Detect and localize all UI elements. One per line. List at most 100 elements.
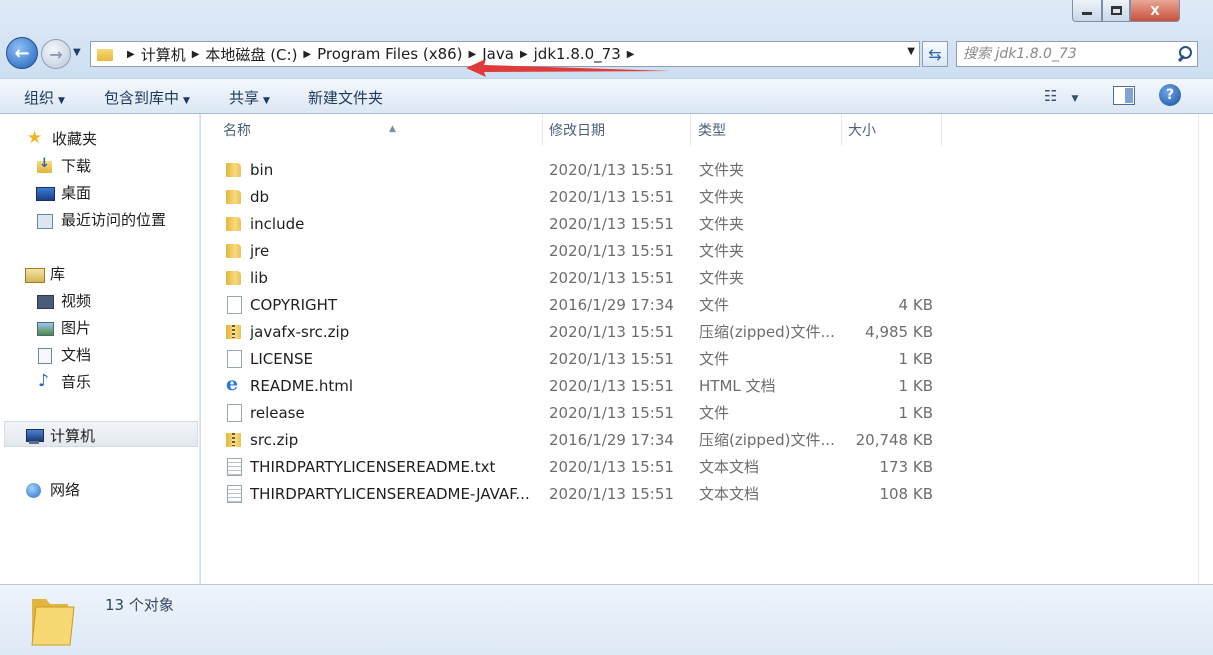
file-date: 2020/1/13 15:51 — [549, 242, 674, 260]
video-library-icon — [36, 293, 54, 309]
nav-label: 计算机 — [50, 427, 96, 445]
file-size — [841, 156, 933, 182]
table-row[interactable]: src.zip 2016/1/29 17:34 压缩(zipped)文件... … — [201, 426, 1198, 452]
new-folder-button[interactable]: 新建文件夹 — [308, 87, 383, 108]
address-bar[interactable]: ▶ 计算机 ▶ 本地磁盘 (C:) ▶ Program Files (x86) … — [90, 41, 920, 67]
file-name: THIRDPARTYLICENSEREADME.txt — [250, 458, 496, 476]
file-size: 4,985 KB — [865, 323, 933, 341]
share-menu[interactable]: 共享 ▼ — [229, 87, 270, 108]
nav-videos[interactable]: 视频 — [36, 290, 91, 311]
vertical-scrollbar[interactable] — [1198, 114, 1213, 584]
search-input[interactable] — [963, 43, 1175, 65]
close-button[interactable]: X — [1130, 0, 1180, 22]
search-icon[interactable] — [1175, 43, 1197, 65]
file-type: 文件夹 — [699, 215, 745, 233]
include-in-library-menu[interactable]: 包含到库中 ▼ — [104, 87, 190, 108]
caret-down-icon: ▼ — [58, 96, 65, 106]
nav-label: 视频 — [61, 292, 92, 310]
refresh-button[interactable]: ⇆ — [922, 41, 948, 67]
caret-down-icon: ▼ — [263, 96, 270, 106]
breadcrumb-java[interactable]: Java — [482, 45, 514, 63]
table-row[interactable]: bin 2020/1/13 15:51 文件夹 — [201, 156, 1198, 182]
table-row[interactable]: README.html 2020/1/13 15:51 HTML 文档 1 KB — [201, 372, 1198, 398]
details-pane: 13 个对象 — [0, 584, 1213, 655]
help-button[interactable]: ? — [1159, 84, 1181, 106]
table-row[interactable]: javafx-src.zip 2020/1/13 15:51 压缩(zipped… — [201, 318, 1198, 344]
table-row[interactable]: jre 2020/1/13 15:51 文件夹 — [201, 237, 1198, 263]
nav-pictures[interactable]: 图片 — [36, 317, 91, 338]
nav-recent-places[interactable]: 最近访问的位置 — [36, 209, 166, 230]
file-icon — [225, 296, 243, 314]
file-name: include — [250, 215, 305, 233]
file-name: THIRDPARTYLICENSEREADME-JAVAF... — [250, 485, 530, 503]
file-date: 2020/1/13 15:51 — [549, 323, 674, 341]
nav-libraries[interactable]: 库 — [25, 263, 65, 284]
maximize-button[interactable] — [1102, 0, 1130, 22]
column-header-date[interactable]: 修改日期 — [543, 114, 691, 146]
preview-pane-button[interactable] — [1113, 86, 1135, 105]
text-file-icon — [225, 458, 243, 476]
minimize-button[interactable] — [1072, 0, 1102, 22]
table-row[interactable]: lib 2020/1/13 15:51 文件夹 — [201, 264, 1198, 290]
nav-computer[interactable]: 计算机 — [25, 425, 95, 446]
breadcrumb-local-disk[interactable]: 本地磁盘 (C:) — [205, 44, 297, 65]
nav-music[interactable]: 音乐 — [36, 371, 91, 392]
file-size — [841, 237, 933, 263]
address-dropdown-icon[interactable]: ▼ — [907, 46, 915, 57]
organize-menu[interactable]: 组织 ▼ — [24, 87, 65, 108]
organize-label: 组织 — [24, 89, 55, 107]
nav-label: 下载 — [61, 157, 92, 175]
file-name: LICENSE — [250, 350, 313, 368]
table-row[interactable]: release 2020/1/13 15:51 文件 1 KB — [201, 399, 1198, 425]
file-name: release — [250, 404, 305, 422]
table-row[interactable]: include 2020/1/13 15:51 文件夹 — [201, 210, 1198, 236]
arrow-right-icon: → — [49, 44, 63, 64]
arrow-left-icon: ← — [14, 42, 30, 64]
table-row[interactable]: db 2020/1/13 15:51 文件夹 — [201, 183, 1198, 209]
large-folder-icon — [31, 599, 75, 646]
folder-icon — [225, 269, 243, 286]
breadcrumb-arrow-icon[interactable]: ▶ — [469, 49, 477, 60]
network-icon — [25, 482, 43, 498]
table-row[interactable]: COPYRIGHT 2016/1/29 17:34 文件 4 KB — [201, 291, 1198, 317]
recent-pages-dropdown[interactable]: ▼ — [73, 47, 85, 59]
column-header-name[interactable]: 名称 ▲ — [217, 114, 543, 146]
table-row[interactable]: LICENSE 2020/1/13 15:51 文件 1 KB — [201, 345, 1198, 371]
table-row[interactable]: THIRDPARTYLICENSEREADME-JAVAF... 2020/1/… — [201, 480, 1198, 506]
nav-label: 最近访问的位置 — [61, 211, 167, 229]
star-icon — [27, 128, 45, 148]
breadcrumb-arrow-icon[interactable]: ▶ — [127, 49, 135, 60]
nav-desktop[interactable]: 桌面 — [36, 182, 91, 203]
forward-button[interactable]: → — [41, 39, 71, 69]
back-button[interactable]: ← — [6, 37, 38, 69]
column-headers: 名称 ▲ 修改日期 类型 大小 — [201, 114, 1198, 146]
file-date: 2020/1/13 15:51 — [549, 404, 674, 422]
nav-favorites[interactable]: 收藏夹 — [27, 128, 97, 149]
table-row[interactable]: THIRDPARTYLICENSEREADME.txt 2020/1/13 15… — [201, 453, 1198, 479]
breadcrumb-arrow-icon[interactable]: ▶ — [303, 49, 311, 60]
search-box — [956, 41, 1198, 67]
breadcrumb-computer[interactable]: 计算机 — [141, 44, 186, 65]
nav-network[interactable]: 网络 — [25, 479, 80, 500]
column-header-size[interactable]: 大小 — [842, 114, 942, 146]
file-date: 2020/1/13 15:51 — [549, 350, 674, 368]
file-type: 文本文档 — [699, 458, 760, 476]
caret-down-icon: ▼ — [183, 96, 190, 106]
column-header-label: 修改日期 — [549, 123, 605, 139]
column-header-type[interactable]: 类型 — [692, 114, 842, 146]
nav-documents[interactable]: 文档 — [36, 344, 91, 365]
change-view-button[interactable]: ☷ ▼ — [1044, 87, 1078, 105]
nav-label: 桌面 — [61, 184, 92, 202]
nav-downloads[interactable]: 下载 — [36, 155, 91, 176]
breadcrumb-arrow-icon[interactable]: ▶ — [627, 49, 635, 60]
library-icon — [25, 266, 45, 283]
breadcrumb-arrow-icon[interactable]: ▶ — [520, 49, 528, 60]
breadcrumb-program-files[interactable]: Program Files (x86) — [317, 45, 462, 63]
command-bar: 组织 ▼ 包含到库中 ▼ 共享 ▼ 新建文件夹 ☷ ▼ ? — [0, 78, 1213, 114]
breadcrumb-jdk[interactable]: jdk1.8.0_73 — [534, 45, 621, 63]
nav-label: 文档 — [61, 346, 92, 364]
desktop-icon — [36, 185, 55, 201]
sort-ascending-icon: ▲ — [389, 124, 396, 134]
file-list-pane: 名称 ▲ 修改日期 类型 大小 bin 2020/1/13 15:51 文件夹 … — [201, 114, 1198, 584]
breadcrumb-arrow-icon[interactable]: ▶ — [192, 49, 200, 60]
